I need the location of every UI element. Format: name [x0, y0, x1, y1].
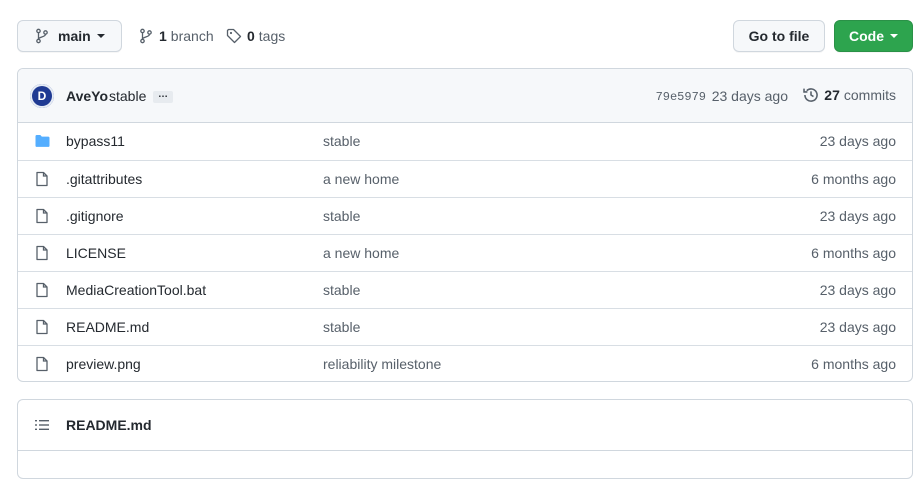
file-name[interactable]: .gitignore	[66, 208, 124, 224]
branches-link[interactable]: 1 branch	[138, 20, 214, 52]
commits-count: 27	[824, 87, 840, 103]
commit-age: 23 days ago	[711, 88, 788, 104]
file-icon	[34, 282, 50, 298]
code-button[interactable]: Code	[834, 20, 913, 52]
file-row: bypass11 stable 23 days ago	[18, 123, 912, 160]
list-unordered-icon[interactable]	[34, 417, 50, 433]
branch-select-button[interactable]: main	[17, 20, 122, 52]
commit-expand-button[interactable]: …	[153, 90, 173, 103]
file-row: preview.png reliability milestone 6 mont…	[18, 345, 912, 381]
file-commit-message[interactable]: stable	[323, 319, 360, 335]
file-icon	[34, 208, 50, 224]
commit-author[interactable]: AveYo	[66, 88, 108, 104]
commits-history-link[interactable]: 27 commits	[802, 86, 896, 104]
branch-name: main	[58, 28, 91, 44]
file-age: 23 days ago	[819, 282, 896, 298]
file-name[interactable]: MediaCreationTool.bat	[66, 282, 206, 298]
file-row: MediaCreationTool.bat stable 23 days ago	[18, 271, 912, 308]
file-name[interactable]: LICENSE	[66, 245, 126, 261]
go-to-file-button[interactable]: Go to file	[733, 20, 825, 52]
file-icon	[34, 319, 50, 335]
file-row: .gitignore stable 23 days ago	[18, 197, 912, 234]
file-icon	[34, 245, 50, 261]
tags-label: tags	[258, 28, 286, 44]
file-commit-message[interactable]: reliability milestone	[323, 356, 441, 372]
git-branch-icon	[138, 28, 154, 44]
latest-commit-bar: D AveYo stable … 79e5979 23 days ago 27 …	[18, 69, 912, 123]
file-list: bypass11 stable 23 days ago .gitattribut…	[18, 123, 912, 381]
git-branch-icon	[34, 28, 50, 44]
tag-icon	[226, 28, 242, 44]
file-age: 6 months ago	[811, 171, 896, 187]
file-name[interactable]: .gitattributes	[66, 171, 142, 187]
tags-count: 0	[247, 28, 255, 44]
file-age: 23 days ago	[819, 319, 896, 335]
file-icon	[34, 171, 50, 187]
branches-count: 1	[159, 28, 167, 44]
file-commit-message[interactable]: a new home	[323, 171, 399, 187]
file-age: 6 months ago	[811, 356, 896, 372]
readme-header: README.md	[18, 400, 912, 451]
file-age: 6 months ago	[811, 245, 896, 261]
readme-title: README.md	[66, 417, 152, 433]
code-button-label: Code	[849, 28, 884, 44]
history-icon	[802, 86, 820, 104]
file-name[interactable]: README.md	[66, 319, 149, 335]
file-commit-message[interactable]: a new home	[323, 245, 399, 261]
file-row: README.md stable 23 days ago	[18, 308, 912, 345]
file-commit-message[interactable]: stable	[323, 133, 360, 149]
file-name[interactable]: preview.png	[66, 356, 141, 372]
chevron-down-icon	[890, 34, 898, 38]
file-age: 23 days ago	[819, 133, 896, 149]
avatar[interactable]: D	[30, 84, 54, 108]
repo-toolbar: main 1 branch 0 tags Go to file Code	[17, 20, 913, 52]
file-browser: D AveYo stable … 79e5979 23 days ago 27 …	[17, 68, 913, 382]
tags-link[interactable]: 0 tags	[226, 20, 285, 52]
file-icon	[34, 356, 50, 372]
file-commit-message[interactable]: stable	[323, 282, 360, 298]
file-row: LICENSE a new home 6 months ago	[18, 234, 912, 271]
file-row: .gitattributes a new home 6 months ago	[18, 160, 912, 197]
commit-sha[interactable]: 79e5979	[656, 90, 706, 104]
commit-message[interactable]: stable	[109, 88, 146, 104]
folder-icon	[34, 133, 51, 149]
file-age: 23 days ago	[819, 208, 896, 224]
commits-label: commits	[843, 87, 896, 103]
branches-label: branch	[170, 28, 214, 44]
file-commit-message[interactable]: stable	[323, 208, 360, 224]
chevron-down-icon	[96, 34, 105, 38]
readme-panel: README.md	[17, 399, 913, 479]
file-name[interactable]: bypass11	[66, 133, 125, 149]
